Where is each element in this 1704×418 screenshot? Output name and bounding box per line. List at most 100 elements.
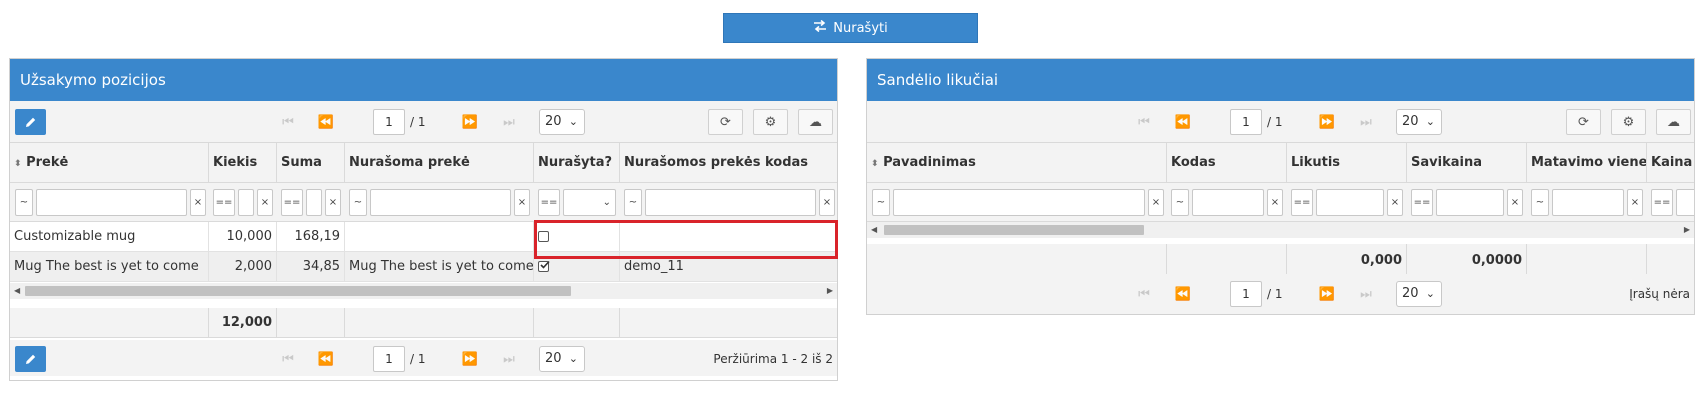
horizontal-scrollbar[interactable]: ◀ ▶ (10, 283, 837, 299)
gear-icon: ⚙ (764, 114, 777, 130)
clear-icon[interactable]: × (514, 189, 530, 216)
prev-page-icon[interactable]: ⏪ (1169, 109, 1197, 135)
clear-icon[interactable]: × (1267, 189, 1283, 216)
filter-input[interactable] (238, 189, 254, 216)
scroll-left-icon[interactable]: ◀ (871, 222, 877, 238)
page-size-select[interactable]: 20 ⌄ (539, 346, 585, 372)
clear-icon[interactable]: × (1387, 189, 1403, 216)
filter-row: ~ × ~ × == × == × ~ × == (867, 183, 1694, 222)
col-likutis[interactable]: Likutis (1287, 143, 1407, 183)
page-input[interactable]: 1 (1230, 109, 1262, 135)
col-savikaina[interactable]: Savikaina (1407, 143, 1527, 183)
page-input[interactable]: 1 (1230, 281, 1262, 307)
filter-op[interactable]: ~ (1171, 189, 1189, 216)
prev-page-icon[interactable]: ⏪ (1169, 281, 1197, 307)
scroll-thumb[interactable] (884, 225, 1144, 235)
col-kaina[interactable]: Kaina l (1647, 143, 1694, 183)
scroll-right-icon[interactable]: ▶ (1684, 222, 1690, 238)
col-kodas[interactable]: Nurašomos prekės kodas (620, 143, 837, 183)
filter-op[interactable]: ~ (872, 189, 890, 216)
page-size-select[interactable]: 20 ⌄ (1396, 109, 1442, 135)
page-input[interactable]: 1 (373, 346, 405, 372)
col-nurasyta[interactable]: Nurašyta? (534, 143, 620, 183)
clear-icon[interactable]: × (1627, 189, 1643, 216)
settings-button[interactable]: ⚙ (753, 109, 788, 135)
edit-button[interactable] (15, 346, 46, 372)
filter-op[interactable]: == (1411, 189, 1433, 216)
filter-op[interactable]: == (538, 189, 560, 216)
prev-page-icon[interactable]: ⏪ (312, 346, 340, 372)
page-size-value: 20 (545, 114, 562, 129)
settings-button[interactable]: ⚙ (1611, 109, 1646, 135)
filter-input[interactable] (306, 189, 322, 216)
clear-icon[interactable]: × (819, 189, 835, 216)
scroll-right-icon[interactable]: ▶ (827, 283, 833, 299)
col-pavadinimas[interactable]: ⬍ Pavadinimas (867, 143, 1167, 183)
next-page-icon[interactable]: ⏩ (456, 346, 484, 372)
col-kiekis[interactable]: Kiekis (209, 143, 277, 183)
filter-op[interactable]: == (1651, 189, 1673, 216)
checked-checkbox[interactable] (538, 260, 550, 272)
refresh-icon: ⟳ (720, 114, 731, 130)
page-size-select[interactable]: 20 ⌄ (1396, 281, 1442, 307)
col-nurasoma-preke[interactable]: Nurašoma prekė (345, 143, 534, 183)
first-page-icon[interactable]: ⏮ (1130, 109, 1158, 135)
last-page-icon[interactable]: ⏭ (1352, 109, 1380, 135)
filter-op[interactable]: ~ (15, 189, 33, 216)
filter-select[interactable]: ⌄ (563, 189, 616, 216)
page-input[interactable]: 1 (373, 109, 405, 135)
filter-input[interactable] (1552, 189, 1624, 216)
filter-input[interactable] (1192, 189, 1264, 216)
clear-icon[interactable]: × (1148, 189, 1164, 216)
filter-input[interactable] (370, 189, 511, 216)
last-page-icon[interactable]: ⏭ (1352, 281, 1380, 307)
chevron-down-icon: ⌄ (568, 352, 578, 365)
horizontal-scrollbar[interactable]: ◀ ▶ (867, 222, 1694, 238)
last-page-icon[interactable]: ⏭ (495, 346, 523, 372)
filter-input[interactable] (1676, 189, 1694, 216)
total-savikaina: 0,0000 (1407, 244, 1527, 278)
refresh-button[interactable]: ⟳ (708, 109, 743, 135)
col-kodas[interactable]: Kodas (1167, 143, 1287, 183)
panel-title: Užsakymo pozicijos (10, 59, 837, 101)
download-button[interactable]: ☁ (1656, 109, 1691, 135)
clear-icon[interactable]: × (190, 189, 206, 216)
filter-input[interactable] (1436, 189, 1504, 216)
col-preke[interactable]: ⬍ Prekė (10, 143, 209, 183)
cell-suma: 168,19 (277, 222, 345, 252)
page-size-select[interactable]: 20 ⌄ (539, 109, 585, 135)
filter-op[interactable]: == (281, 189, 303, 216)
top-toolbar: ⏮ ⏪ 1 / 1 ⏩ ⏭ 20 ⌄ ⟳ ⚙ ☁ (10, 101, 837, 143)
filter-op[interactable]: ~ (1531, 189, 1549, 216)
filter-op[interactable]: ~ (349, 189, 367, 216)
col-suma[interactable]: Suma (277, 143, 345, 183)
filter-input[interactable] (893, 189, 1145, 216)
scroll-thumb[interactable] (25, 286, 571, 296)
filter-op[interactable]: ~ (624, 189, 642, 216)
exchange-icon (813, 19, 827, 36)
clear-icon[interactable]: × (325, 189, 341, 216)
scroll-left-icon[interactable]: ◀ (14, 283, 20, 299)
filter-op[interactable]: == (213, 189, 235, 216)
edit-button[interactable] (15, 109, 46, 135)
next-page-icon[interactable]: ⏩ (456, 109, 484, 135)
col-matavimo[interactable]: Matavimo vienet (1527, 143, 1647, 183)
next-page-icon[interactable]: ⏩ (1313, 109, 1341, 135)
nurasyti-button[interactable]: Nurašyti (723, 13, 978, 43)
filter-input[interactable] (645, 189, 816, 216)
filter-input[interactable] (36, 189, 187, 216)
clear-icon[interactable]: × (1507, 189, 1523, 216)
first-page-icon[interactable]: ⏮ (274, 109, 302, 135)
download-button[interactable]: ☁ (798, 109, 833, 135)
first-page-icon[interactable]: ⏮ (1130, 281, 1158, 307)
last-page-icon[interactable]: ⏭ (495, 109, 523, 135)
first-page-icon[interactable]: ⏮ (274, 346, 302, 372)
refresh-button[interactable]: ⟳ (1566, 109, 1601, 135)
filter-op[interactable]: == (1291, 189, 1313, 216)
total-kiekis: 12,000 (209, 308, 277, 338)
page-size-value: 20 (1402, 286, 1419, 301)
next-page-icon[interactable]: ⏩ (1313, 281, 1341, 307)
filter-input[interactable] (1316, 189, 1384, 216)
prev-page-icon[interactable]: ⏪ (312, 109, 340, 135)
clear-icon[interactable]: × (257, 189, 273, 216)
